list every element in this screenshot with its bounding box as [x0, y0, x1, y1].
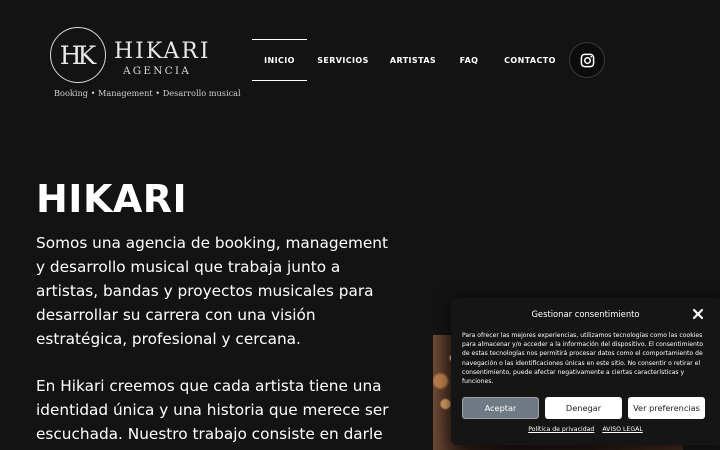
consent-body: Para ofrecer las mejores experiencias, u… — [462, 332, 703, 386]
consent-links: Política de privacidad AVISO LEGAL — [451, 426, 720, 433]
preferences-button[interactable]: Ver preferencias — [628, 397, 705, 419]
accept-button[interactable]: Aceptar — [462, 397, 539, 419]
nav-item-contacto[interactable]: CONTACTO — [502, 39, 558, 81]
nav-item-faq[interactable]: FAQ — [455, 39, 483, 81]
site-header: HK HIKARI AGENCIA Booking • Management •… — [0, 0, 720, 120]
privacy-policy-link[interactable]: Política de privacidad — [528, 426, 594, 433]
hero-title: HIKARI — [36, 177, 188, 221]
instagram-button[interactable] — [569, 42, 605, 78]
nav-item-servicios[interactable]: SERVICIOS — [314, 39, 372, 81]
cookie-consent-dialog: Gestionar consentimiento Para ofrecer la… — [451, 298, 720, 445]
close-icon[interactable] — [691, 306, 705, 320]
logo-name: HIKARI — [114, 39, 211, 64]
hero-paragraph-2: En Hikari creemos que cada artista tiene… — [36, 377, 389, 443]
nav-item-inicio[interactable]: INICIO — [252, 39, 307, 81]
consent-title: Gestionar consentimiento — [531, 309, 640, 319]
logo-tagline: Booking • Management • Desarrollo musica… — [54, 88, 241, 98]
legal-notice-link[interactable]: AVISO LEGAL — [602, 426, 643, 433]
hero-paragraph-1: Somos una agencia de booking, management… — [36, 234, 388, 348]
site-logo[interactable]: HK HIKARI AGENCIA Booking • Management •… — [50, 27, 241, 99]
instagram-icon — [580, 53, 595, 68]
logo-subtitle: AGENCIA — [123, 65, 191, 77]
deny-button[interactable]: Denegar — [545, 397, 622, 419]
logo-monogram: HK — [50, 27, 106, 83]
nav-item-artistas[interactable]: ARTISTAS — [386, 39, 440, 81]
